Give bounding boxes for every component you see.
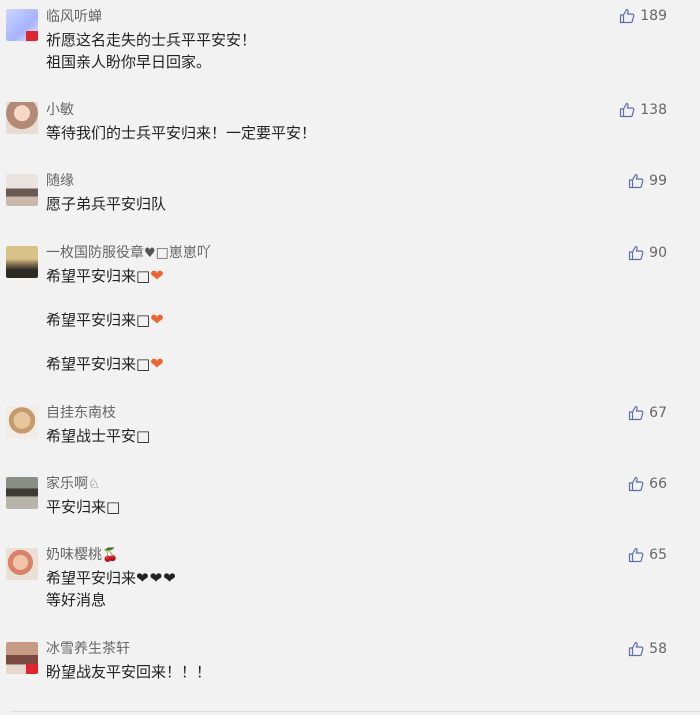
like-count: 67 <box>649 405 667 421</box>
comment-text: 盼望战友平安回来！！！ <box>46 663 212 681</box>
like-button[interactable]: 66 <box>628 475 667 493</box>
username[interactable]: 临风听蝉 <box>46 8 102 26</box>
like-button[interactable]: 138 <box>619 101 667 119</box>
avatar[interactable] <box>6 477 38 509</box>
orange-heart-emoji: ❤ <box>150 354 164 373</box>
username[interactable]: 一枚国防服役章♥□崽崽吖 <box>46 244 211 263</box>
thumbs-up-icon <box>629 405 644 421</box>
like-count: 138 <box>640 102 667 118</box>
orange-heart-emoji: ❤ <box>150 266 164 285</box>
like-count: 189 <box>640 8 667 24</box>
comment-text: 等好消息 <box>46 591 107 609</box>
username[interactable]: 家乐啊♘ <box>46 475 100 494</box>
comment-text: 希望平安归来□❤ <box>46 266 164 286</box>
comment-text: 希望战士平安□ <box>46 427 151 445</box>
orange-heart-emoji: ❤ <box>150 310 164 329</box>
username[interactable]: 随缘 <box>46 172 74 190</box>
username[interactable]: 自挂东南枝 <box>46 404 116 422</box>
username-text: 奶味樱桃 <box>46 547 102 563</box>
like-count: 90 <box>649 245 667 261</box>
like-count: 66 <box>649 476 667 492</box>
like-button[interactable]: 58 <box>628 640 667 658</box>
username-text: 家乐啊 <box>46 476 88 492</box>
like-button[interactable]: 67 <box>628 404 667 422</box>
thumbs-up-icon <box>629 547 644 563</box>
avatar[interactable] <box>6 9 38 41</box>
like-count: 65 <box>649 547 667 563</box>
like-count: 99 <box>649 173 667 189</box>
black-hearts-emoji: ❤❤❤ <box>136 569 177 587</box>
comment-text-span: 希望平安归来□ <box>46 355 151 373</box>
comment-text: 希望平安归来□❤ <box>46 310 164 330</box>
thumbs-up-icon <box>629 641 644 657</box>
comment-text: 愿子弟兵平安归队 <box>46 195 167 213</box>
comment-text-span: 希望平安归来□ <box>46 311 151 329</box>
username[interactable]: 小敏 <box>46 101 74 119</box>
thumbs-up-icon <box>629 476 644 492</box>
like-button[interactable]: 189 <box>619 7 667 25</box>
cherry-emoji: 🍒 <box>102 548 119 563</box>
thumbs-up-icon <box>620 102 635 118</box>
comment-text: 祈愿这名走失的士兵平平安安！ <box>46 31 257 49</box>
comment-text-span: 希望平安归来□ <box>46 267 151 285</box>
thumbs-up-icon <box>620 8 635 24</box>
username[interactable]: 奶味樱桃🍒 <box>46 546 118 565</box>
avatar[interactable] <box>6 406 38 438</box>
avatar[interactable] <box>6 246 38 278</box>
username-text: 一枚国防服役章 <box>46 245 144 261</box>
thumbs-up-icon <box>629 245 644 261</box>
avatar[interactable] <box>6 174 38 206</box>
comment-text: 希望平安归来□❤ <box>46 354 164 374</box>
like-button[interactable]: 99 <box>628 172 667 190</box>
like-button[interactable]: 90 <box>628 244 667 262</box>
comment-text: 平安归来□ <box>46 498 121 516</box>
heart-emoji: ♥ <box>144 246 156 261</box>
comment-text-span: 希望平安归来 <box>46 569 137 587</box>
like-count: 58 <box>649 641 667 657</box>
divider <box>10 711 700 712</box>
username[interactable]: 冰雪养生茶轩 <box>46 640 130 658</box>
comment-text: 希望平安归来❤❤❤ <box>46 568 177 588</box>
username-text: □崽崽吖 <box>155 245 211 261</box>
name-emoji: ♘ <box>88 477 100 492</box>
avatar[interactable] <box>6 642 38 674</box>
avatar[interactable] <box>6 548 38 580</box>
thumbs-up-icon <box>629 173 644 189</box>
comment-text: 等待我们的士兵平安归来！一定要平安！ <box>46 124 317 142</box>
like-button[interactable]: 65 <box>628 546 667 564</box>
avatar[interactable] <box>6 102 38 134</box>
comment-text: 祖国亲人盼你早日回家。 <box>46 53 212 71</box>
